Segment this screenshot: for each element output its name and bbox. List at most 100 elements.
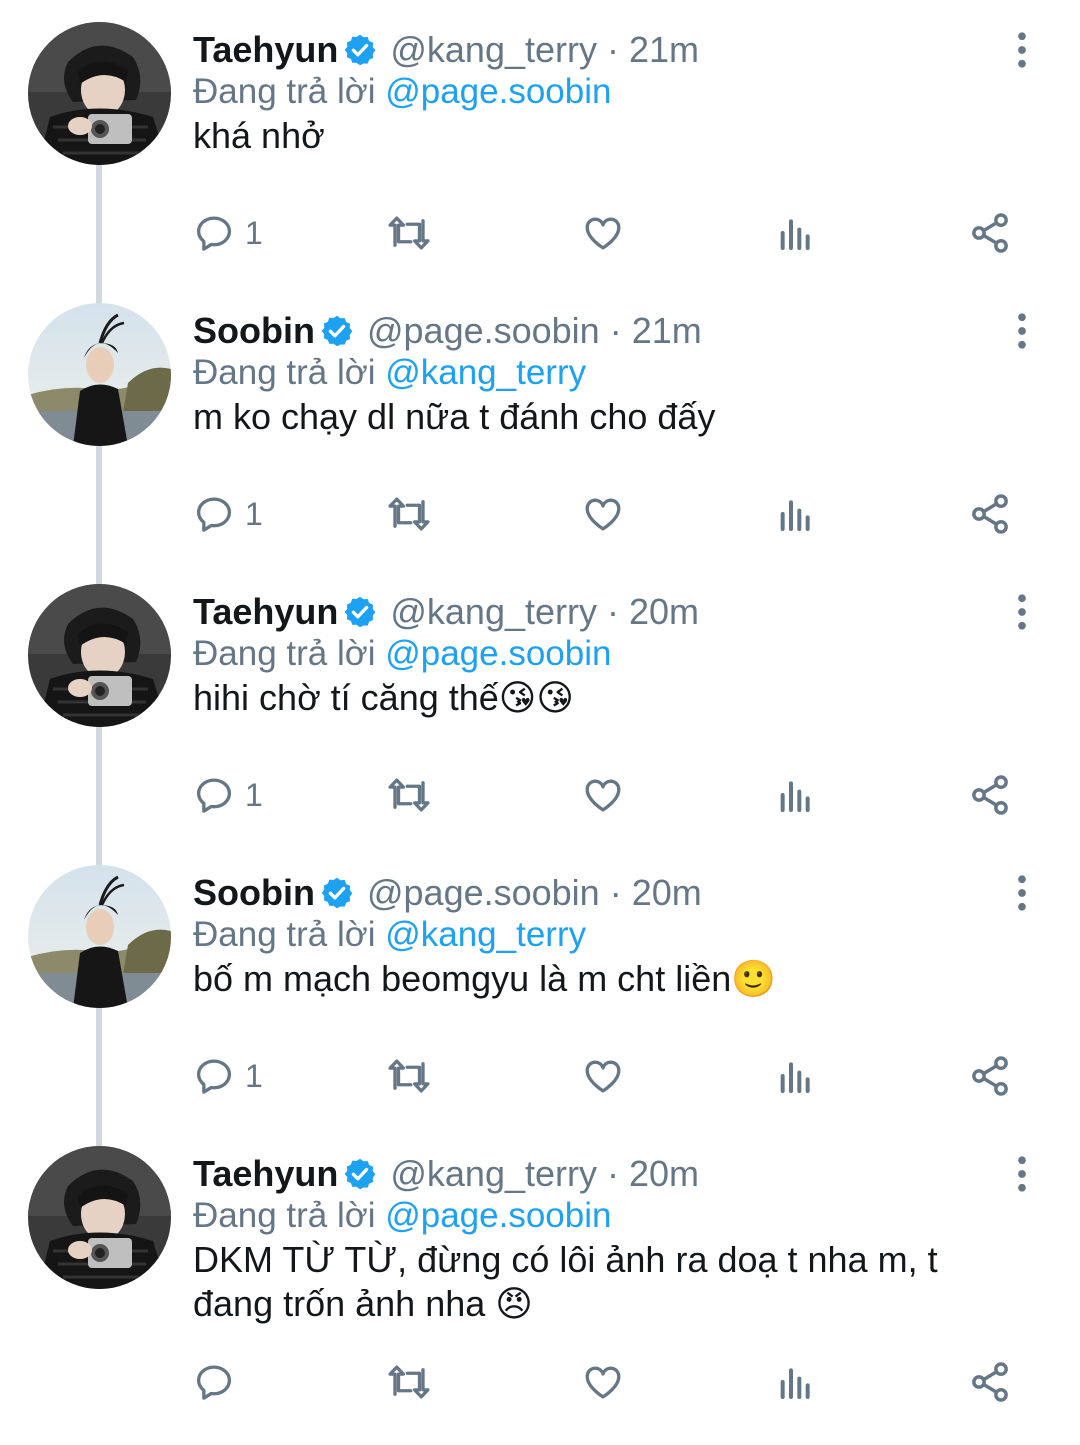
share-button[interactable]	[968, 1357, 1012, 1407]
tweet-actions: 1	[0, 770, 1080, 820]
heart-icon	[581, 212, 625, 254]
analytics-button[interactable]	[776, 1357, 816, 1407]
username-handle[interactable]: @page.soobin	[367, 310, 600, 352]
share-icon	[968, 492, 1012, 536]
display-name[interactable]: Soobin	[193, 872, 315, 914]
reply-count: 1	[245, 1057, 263, 1094]
tweet[interactable]: Taehyun @kang_terry · 20m Đang trả lời @…	[0, 1124, 1080, 1405]
tweet-actions: 1	[0, 1051, 1080, 1101]
tweet[interactable]: Taehyun @kang_terry · 20m Đang trả lời @…	[0, 562, 1080, 865]
separator-dot: ·	[607, 591, 619, 632]
retweet-icon	[386, 493, 432, 535]
reply-button[interactable]: 1	[193, 208, 263, 258]
retweet-button[interactable]	[386, 489, 432, 539]
username-handle[interactable]: @page.soobin	[367, 872, 600, 914]
separator-dot: ·	[607, 1153, 619, 1194]
more-vertical-icon[interactable]	[1000, 28, 1044, 72]
like-button[interactable]	[581, 489, 625, 539]
analytics-button[interactable]	[776, 208, 816, 258]
reply-icon	[193, 212, 235, 254]
tweet[interactable]: Soobin @page.soobin · 21m Đang trả lời @…	[0, 281, 1080, 584]
more-vertical-icon[interactable]	[1000, 1152, 1044, 1196]
timestamp[interactable]: 21m	[629, 29, 699, 71]
share-button[interactable]	[968, 1051, 1012, 1101]
like-button[interactable]	[581, 208, 625, 258]
display-name[interactable]: Soobin	[193, 310, 315, 352]
retweet-icon	[386, 774, 432, 816]
username-handle[interactable]: @kang_terry	[390, 1153, 597, 1195]
avatar[interactable]	[28, 1146, 171, 1289]
taehyun-avatar	[28, 1146, 171, 1289]
avatar[interactable]	[28, 303, 171, 446]
retweet-icon	[386, 1055, 432, 1097]
reply-to-mention[interactable]: @page.soobin	[385, 634, 611, 673]
more-vertical-icon[interactable]	[1000, 590, 1044, 634]
analytics-button[interactable]	[776, 1051, 816, 1101]
avatar[interactable]	[28, 584, 171, 727]
timestamp[interactable]: 20m	[629, 591, 699, 633]
more-vertical-icon[interactable]	[1000, 871, 1044, 915]
reply-to-mention[interactable]: @page.soobin	[385, 1196, 611, 1235]
timestamp[interactable]: 20m	[632, 872, 702, 914]
replying-to: Đang trả lời @page.soobin	[193, 1196, 611, 1236]
username-handle[interactable]: @kang_terry	[390, 29, 597, 71]
replying-to: Đang trả lời @kang_terry	[193, 915, 586, 955]
share-button[interactable]	[968, 770, 1012, 820]
verified-badge-icon	[342, 594, 378, 630]
display-name[interactable]: Taehyun	[193, 29, 338, 71]
share-icon	[968, 211, 1012, 255]
reply-button[interactable]	[193, 1357, 245, 1407]
replying-label: Đang trả lời	[193, 72, 376, 111]
retweet-button[interactable]	[386, 208, 432, 258]
retweet-button[interactable]	[386, 770, 432, 820]
tweet-header: Taehyun @kang_terry · 20m	[193, 1148, 699, 1200]
reply-icon	[193, 774, 235, 816]
reply-to-mention[interactable]: @page.soobin	[385, 72, 611, 111]
reply-button[interactable]: 1	[193, 489, 263, 539]
share-button[interactable]	[968, 489, 1012, 539]
reply-icon	[193, 493, 235, 535]
like-button[interactable]	[581, 1357, 625, 1407]
reply-button[interactable]: 1	[193, 1051, 263, 1101]
retweet-icon	[386, 212, 432, 254]
reply-to-mention[interactable]: @kang_terry	[385, 915, 586, 954]
share-button[interactable]	[968, 208, 1012, 258]
soobin-avatar	[28, 865, 171, 1008]
analytics-icon	[776, 1361, 816, 1403]
analytics-button[interactable]	[776, 489, 816, 539]
taehyun-avatar	[28, 22, 171, 165]
username-handle[interactable]: @kang_terry	[390, 591, 597, 633]
more-vertical-icon[interactable]	[1000, 309, 1044, 353]
timestamp[interactable]: 21m	[632, 310, 702, 352]
avatar[interactable]	[28, 22, 171, 165]
verified-badge-icon	[342, 32, 378, 68]
replying-label: Đang trả lời	[193, 634, 376, 673]
tweet[interactable]: Soobin @page.soobin · 20m Đang trả lời @…	[0, 843, 1080, 1146]
reply-count: 1	[245, 776, 263, 813]
replying-to: Đang trả lời @kang_terry	[193, 353, 586, 393]
tweet-header: Taehyun @kang_terry · 20m	[193, 586, 699, 638]
tweet-header: Soobin @page.soobin · 21m	[193, 305, 702, 357]
display-name[interactable]: Taehyun	[193, 591, 338, 633]
avatar[interactable]	[28, 865, 171, 1008]
reply-button[interactable]: 1	[193, 770, 263, 820]
verified-badge-icon	[319, 875, 355, 911]
timestamp[interactable]: 20m	[629, 1153, 699, 1195]
analytics-button[interactable]	[776, 770, 816, 820]
display-name[interactable]: Taehyun	[193, 1153, 338, 1195]
reply-to-mention[interactable]: @kang_terry	[385, 353, 586, 392]
tweet[interactable]: Taehyun @kang_terry · 21m Đang trả lời @…	[0, 0, 1080, 303]
heart-icon	[581, 1361, 625, 1403]
soobin-avatar	[28, 303, 171, 446]
tweet-header: Soobin @page.soobin · 20m	[193, 867, 702, 919]
tweet-text: m ko chạy dl nữa t đánh cho đấy	[193, 396, 716, 437]
share-icon	[968, 773, 1012, 817]
verified-badge-icon	[319, 313, 355, 349]
share-icon	[968, 1054, 1012, 1098]
like-button[interactable]	[581, 1051, 625, 1101]
like-button[interactable]	[581, 770, 625, 820]
heart-icon	[581, 1055, 625, 1097]
taehyun-avatar	[28, 584, 171, 727]
retweet-button[interactable]	[386, 1357, 432, 1407]
retweet-button[interactable]	[386, 1051, 432, 1101]
